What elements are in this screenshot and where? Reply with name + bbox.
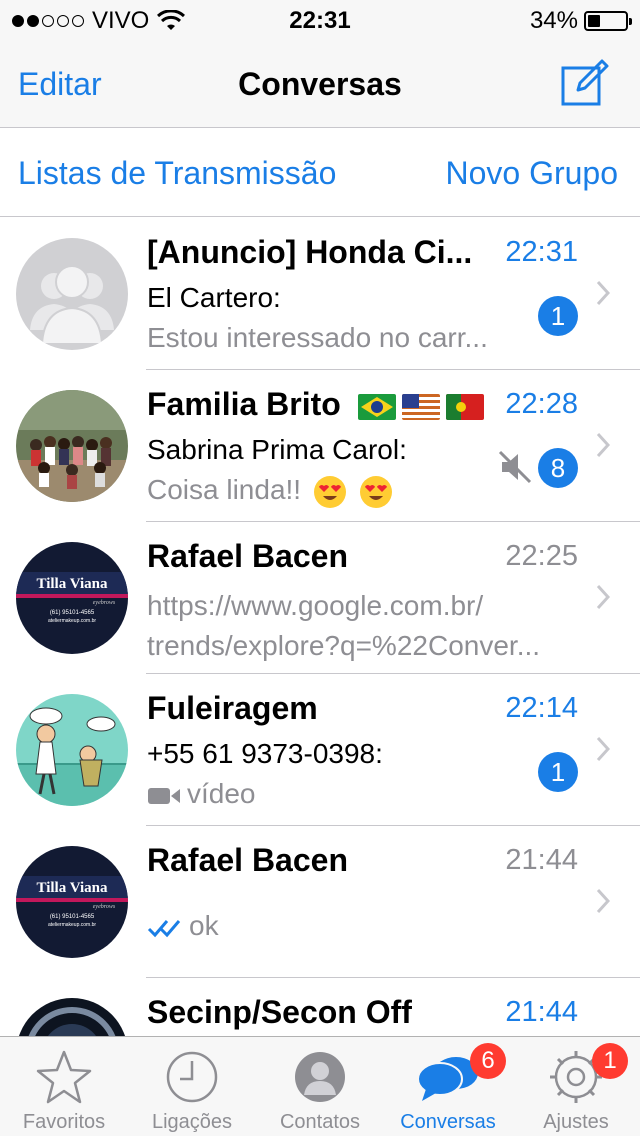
heart-eyes-emoji-icon: [313, 475, 346, 508]
chat-preview: vídeo: [147, 778, 527, 810]
tab-ligacoes[interactable]: Ligações: [128, 1037, 256, 1136]
chevron-right-icon: [596, 280, 610, 306]
muted-speaker-icon: [498, 450, 532, 484]
tab-contatos[interactable]: Contatos: [256, 1037, 384, 1136]
tab-label: Ligações: [151, 1111, 233, 1133]
chat-name-text: Familia Brito: [147, 386, 341, 422]
star-icon: [36, 1050, 92, 1104]
chat-time: 22:14: [505, 692, 578, 724]
chat-time: 22:31: [505, 236, 578, 268]
page-title: Conversas: [238, 66, 402, 102]
chat-time: 21:44: [505, 996, 578, 1028]
clock-icon: [166, 1051, 218, 1103]
chevron-right-icon: [596, 584, 610, 610]
dark-logo-avatar: [16, 998, 128, 1036]
chat-list: [Anuncio] Honda Ci... 22:31 El Cartero: …: [0, 218, 640, 1036]
heart-eyes-emoji-icon: [359, 475, 392, 508]
chat-sender: El Cartero:: [147, 282, 281, 313]
tab-label: Favoritos: [22, 1111, 106, 1133]
battery-percent: 34%: [529, 7, 578, 34]
default-avatar: [16, 238, 128, 350]
tab-favoritos[interactable]: Favoritos: [0, 1037, 128, 1136]
chat-preview: Estou interessado no carr...: [147, 322, 488, 353]
contacts-icon: [295, 1052, 345, 1102]
chat-name: Familia Brito: [147, 386, 492, 423]
sub-bar: Listas de Transmissão Novo Grupo: [0, 129, 640, 217]
usa-flag-icon: [401, 393, 440, 420]
chat-preview: https://www.google.com.br/ trends/explor…: [147, 586, 587, 666]
new-group-button[interactable]: Novo Grupo: [445, 155, 618, 192]
tilla-viana-logo-avatar: Tilla Viana eyebrows (61) 95101-4565 ate…: [16, 542, 128, 654]
chat-row[interactable]: Familia Brito 22:28 Sabrina Prima Carol:…: [0, 370, 640, 522]
tab-bar: Favoritos Ligações Contatos 6 Conversas: [0, 1036, 640, 1136]
logo-phone: (61) 95101-4565: [50, 914, 95, 920]
brazil-flag-icon: [357, 393, 396, 420]
chevron-right-icon: [596, 736, 610, 762]
logo-subtitle: eyebrows: [93, 904, 116, 910]
chat-preview: Coisa linda!!: [147, 474, 527, 509]
chat-name: Rafael Bacen: [147, 538, 348, 574]
chat-name: Secinp/Secon Off: [147, 994, 412, 1030]
unread-badge: 8: [538, 448, 578, 488]
logo-title: Tilla Viana: [36, 576, 108, 592]
double-check-read-icon: [147, 919, 181, 937]
logo-site: ateliermakeup.com.br: [48, 618, 96, 624]
group-photo: [16, 390, 128, 502]
chat-sender: +55 61 9373-0398:: [147, 738, 383, 769]
chat-row[interactable]: Tilla Viana eyebrows (61) 95101-4565 ate…: [0, 826, 640, 978]
video-camera-icon: [148, 787, 180, 804]
logo-subtitle: eyebrows: [93, 600, 116, 606]
chevron-right-icon: [596, 432, 610, 458]
broadcast-lists-button[interactable]: Listas de Transmissão: [18, 155, 336, 192]
chat-preview-line: trends/explore?q=%22Conver...: [147, 630, 541, 661]
chat-row[interactable]: Secinp/Secon Off 21:44: [0, 978, 640, 1036]
chat-preview-text: Coisa linda!!: [147, 474, 302, 505]
unread-badge: 1: [538, 296, 578, 336]
tab-label: Ajustes: [543, 1111, 609, 1133]
logo-title: Tilla Viana: [36, 880, 108, 896]
chat-preview-line: https://www.google.com.br/: [147, 590, 484, 621]
logo-phone: (61) 95101-4565: [50, 610, 95, 616]
chat-time: 21:44: [505, 844, 578, 876]
chat-name: Fuleiragem: [147, 690, 318, 726]
tab-label: Conversas: [400, 1111, 496, 1133]
chat-name: [Anuncio] Honda Ci...: [147, 234, 473, 270]
status-bar: VIVO 22:31 34%: [0, 0, 640, 40]
cartoon-avatar: [16, 694, 128, 806]
chat-sender: Sabrina Prima Carol:: [147, 434, 407, 465]
nav-bar: Editar Conversas: [0, 40, 640, 128]
compose-icon[interactable]: [560, 58, 610, 108]
logo-site: ateliermakeup.com.br: [48, 922, 96, 928]
tilla-viana-logo-avatar: Tilla Viana eyebrows (61) 95101-4565 ate…: [16, 846, 128, 958]
flags: [357, 393, 484, 420]
chat-preview-text: ok: [189, 910, 219, 941]
chat-name: Rafael Bacen: [147, 842, 348, 878]
battery-icon: [584, 11, 632, 31]
chat-time: 22:28: [505, 388, 578, 420]
tab-label: Contatos: [279, 1111, 361, 1133]
unread-badge: 1: [538, 752, 578, 792]
chat-preview: ok: [147, 910, 527, 942]
chat-time: 22:25: [505, 540, 578, 572]
tab-badge: 1: [592, 1043, 628, 1079]
chat-row[interactable]: Tilla Viana eyebrows (61) 95101-4565 ate…: [0, 522, 640, 674]
chat-row[interactable]: [Anuncio] Honda Ci... 22:31 El Cartero: …: [0, 218, 640, 370]
chat-row[interactable]: Fuleiragem 22:14 +55 61 9373-0398: vídeo…: [0, 674, 640, 826]
tab-ajustes[interactable]: 1 Ajustes: [512, 1037, 640, 1136]
chevron-right-icon: [596, 888, 610, 914]
portugal-flag-icon: [445, 393, 484, 420]
status-right: 34%: [529, 7, 632, 35]
chat-preview-text: vídeo: [187, 778, 256, 809]
tab-badge: 6: [470, 1043, 506, 1079]
tab-conversas[interactable]: 6 Conversas: [384, 1037, 512, 1136]
